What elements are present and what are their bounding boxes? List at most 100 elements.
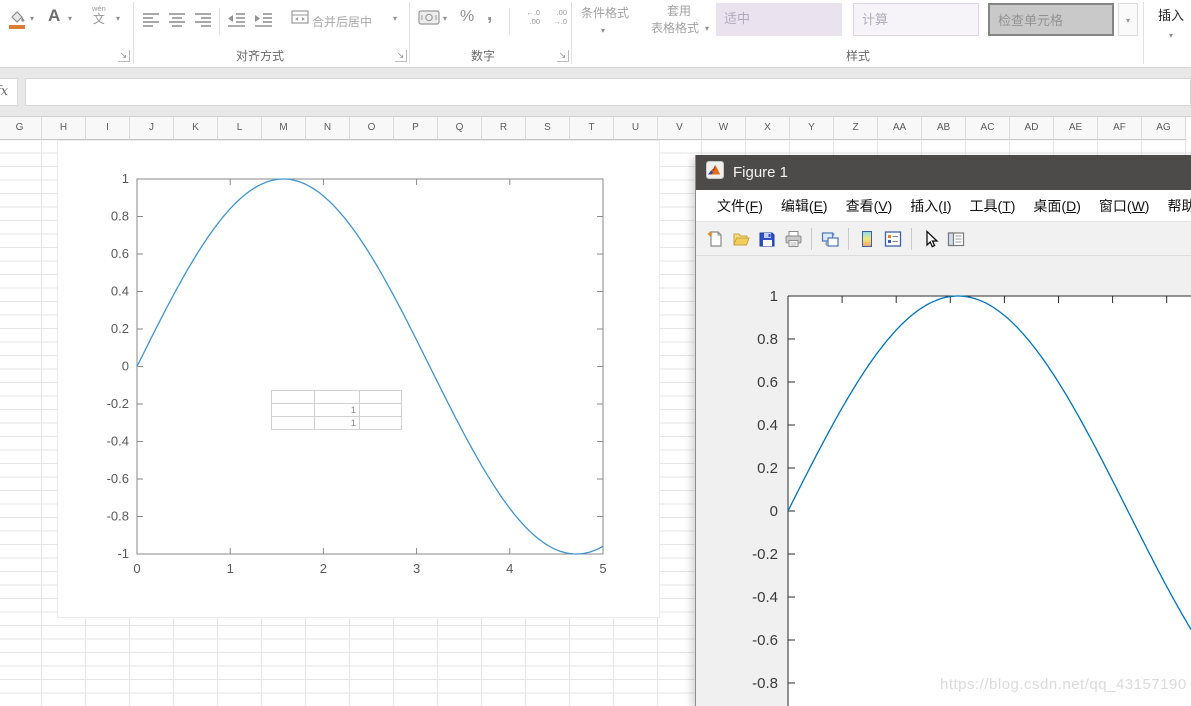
fill-color-button[interactable] <box>6 8 28 37</box>
insert-function-button[interactable]: fx <box>0 78 18 106</box>
svg-text:1: 1 <box>227 561 234 576</box>
insert-colorbar-button[interactable] <box>854 226 880 252</box>
column-header-X[interactable]: X <box>746 117 790 140</box>
column-header-AD[interactable]: AD <box>1010 117 1054 140</box>
svg-text:0.6: 0.6 <box>111 246 129 261</box>
phonetic-dropdown-icon[interactable]: ▾ <box>116 14 120 23</box>
excel-chart-plot: 01234510.80.60.40.20-0.2-0.4-0.6-0.8-1 <box>58 141 659 617</box>
column-header-Q[interactable]: Q <box>438 117 482 140</box>
matlab-menu-3[interactable]: 查看(V) <box>838 196 901 216</box>
align-left-button[interactable] <box>142 12 160 32</box>
column-headers: GHIJKLMNOPQRSTUVWXYZAAABACADAEAFAG <box>0 117 1186 140</box>
column-header-J[interactable]: J <box>130 117 174 140</box>
merge-center-icon[interactable] <box>291 10 309 29</box>
column-header-M[interactable]: M <box>262 117 306 140</box>
insert-cells-button[interactable]: 插入 ▾ <box>1153 5 1189 40</box>
svg-text:-0.6: -0.6 <box>107 471 129 486</box>
column-header-O[interactable]: O <box>350 117 394 140</box>
svg-text:0: 0 <box>770 503 778 520</box>
column-header-H[interactable]: H <box>42 117 86 140</box>
column-header-K[interactable]: K <box>174 117 218 140</box>
matlab-logo-icon <box>706 161 724 184</box>
phonetic-guide-button[interactable]: wén 文 <box>92 5 106 26</box>
column-header-L[interactable]: L <box>218 117 262 140</box>
overlay-table-row <box>272 391 402 404</box>
open-file-button[interactable] <box>728 226 754 252</box>
align-right-button[interactable] <box>194 12 212 32</box>
matlab-menu-6[interactable]: 桌面(D) <box>1025 196 1088 216</box>
column-header-AB[interactable]: AB <box>922 117 966 140</box>
matlab-menu-5[interactable]: 工具(T) <box>962 196 1024 216</box>
edit-plot-button[interactable] <box>917 226 943 252</box>
overlay-table-cell <box>360 417 402 430</box>
svg-text:4: 4 <box>506 561 513 576</box>
svg-text:-0.6: -0.6 <box>752 632 778 649</box>
column-header-AG[interactable]: AG <box>1142 117 1186 140</box>
column-header-I[interactable]: I <box>86 117 130 140</box>
column-header-AE[interactable]: AE <box>1054 117 1098 140</box>
link-plot-button[interactable] <box>817 226 843 252</box>
overlay-table-cell <box>272 404 315 417</box>
insert-legend-button[interactable] <box>880 226 906 252</box>
column-header-Y[interactable]: Y <box>790 117 834 140</box>
column-header-V[interactable]: V <box>658 117 702 140</box>
save-figure-button[interactable] <box>754 226 780 252</box>
matlab-menu-2[interactable]: 编辑(E) <box>773 196 836 216</box>
column-header-P[interactable]: P <box>394 117 438 140</box>
print-figure-button[interactable] <box>780 226 806 252</box>
svg-text:5: 5 <box>599 561 606 576</box>
font-color-button[interactable]: A <box>48 6 60 26</box>
column-header-S[interactable]: S <box>526 117 570 140</box>
svg-text:1: 1 <box>122 171 129 186</box>
column-header-AA[interactable]: AA <box>878 117 922 140</box>
merge-center-dropdown-icon[interactable]: ▾ <box>393 14 397 23</box>
overlay-table-cell: 1 <box>315 404 360 417</box>
cell-style-option-2[interactable]: 计算 <box>853 3 979 36</box>
column-header-W[interactable]: W <box>702 117 746 140</box>
column-header-AF[interactable]: AF <box>1098 117 1142 140</box>
svg-text:-0.4: -0.4 <box>107 434 129 449</box>
comma-style-button[interactable]: , <box>487 4 492 26</box>
svg-text:-0.8: -0.8 <box>752 675 778 692</box>
cell-style-option-3[interactable]: 检查单元格 <box>988 3 1114 36</box>
accounting-format-button[interactable] <box>418 9 440 31</box>
align-center-button[interactable] <box>168 12 186 32</box>
column-header-U[interactable]: U <box>614 117 658 140</box>
merge-center-button[interactable]: 合并后居中 <box>312 13 372 30</box>
overlay-table-cell <box>360 391 402 404</box>
decrease-indent-button[interactable] <box>227 12 246 32</box>
overlay-table-cell <box>272 417 315 430</box>
matlab-figure-canvas[interactable]: 10.80.60.40.20-0.2-0.4-0.6-0.8 https://b… <box>696 256 1191 706</box>
formula-input[interactable] <box>25 78 1191 106</box>
column-header-G[interactable]: G <box>0 117 42 140</box>
matlab-titlebar[interactable]: Figure 1 <box>696 155 1191 190</box>
column-header-AC[interactable]: AC <box>966 117 1010 140</box>
accounting-dropdown-icon[interactable]: ▾ <box>443 14 447 23</box>
matlab-menu-7[interactable]: 窗口(W) <box>1091 196 1158 216</box>
increase-indent-button[interactable] <box>254 12 273 32</box>
number-dialog-launcher[interactable]: ↘ <box>557 50 569 62</box>
column-header-N[interactable]: N <box>306 117 350 140</box>
cell-style-option-1[interactable]: 适中 <box>716 3 842 36</box>
percent-style-button[interactable]: % <box>460 8 474 26</box>
excel-embedded-chart-object[interactable]: 01234510.80.60.40.20-0.2-0.4-0.6-0.8-1 1… <box>57 140 660 618</box>
alignment-dialog-launcher[interactable]: ↘ <box>395 50 407 62</box>
overlay-table-cell <box>315 391 360 404</box>
svg-text:0.8: 0.8 <box>757 331 778 348</box>
matlab-figure-window[interactable]: Figure 1 文件(F)编辑(E)查看(V)插入(I)工具(T)桌面(D)窗… <box>695 155 1191 706</box>
number-group-label: 数字 <box>443 47 523 64</box>
chart-overlay-table[interactable]: 11 <box>271 390 402 430</box>
matlab-menu-1[interactable]: 文件(F) <box>709 196 771 216</box>
svg-text:0.4: 0.4 <box>757 417 778 434</box>
font-dialog-launcher[interactable]: ↘ <box>118 50 130 62</box>
column-header-R[interactable]: R <box>482 117 526 140</box>
plot-browser-button[interactable] <box>943 226 969 252</box>
fill-color-dropdown-icon[interactable]: ▾ <box>30 14 34 23</box>
column-header-T[interactable]: T <box>570 117 614 140</box>
matlab-menu-4[interactable]: 插入(I) <box>902 196 959 216</box>
matlab-menu-8[interactable]: 帮助(H) <box>1159 196 1191 216</box>
font-color-dropdown-icon[interactable]: ▾ <box>68 14 72 23</box>
style-gallery-more-button[interactable]: ▾ <box>1118 3 1138 36</box>
new-figure-button[interactable] <box>702 226 728 252</box>
column-header-Z[interactable]: Z <box>834 117 878 140</box>
